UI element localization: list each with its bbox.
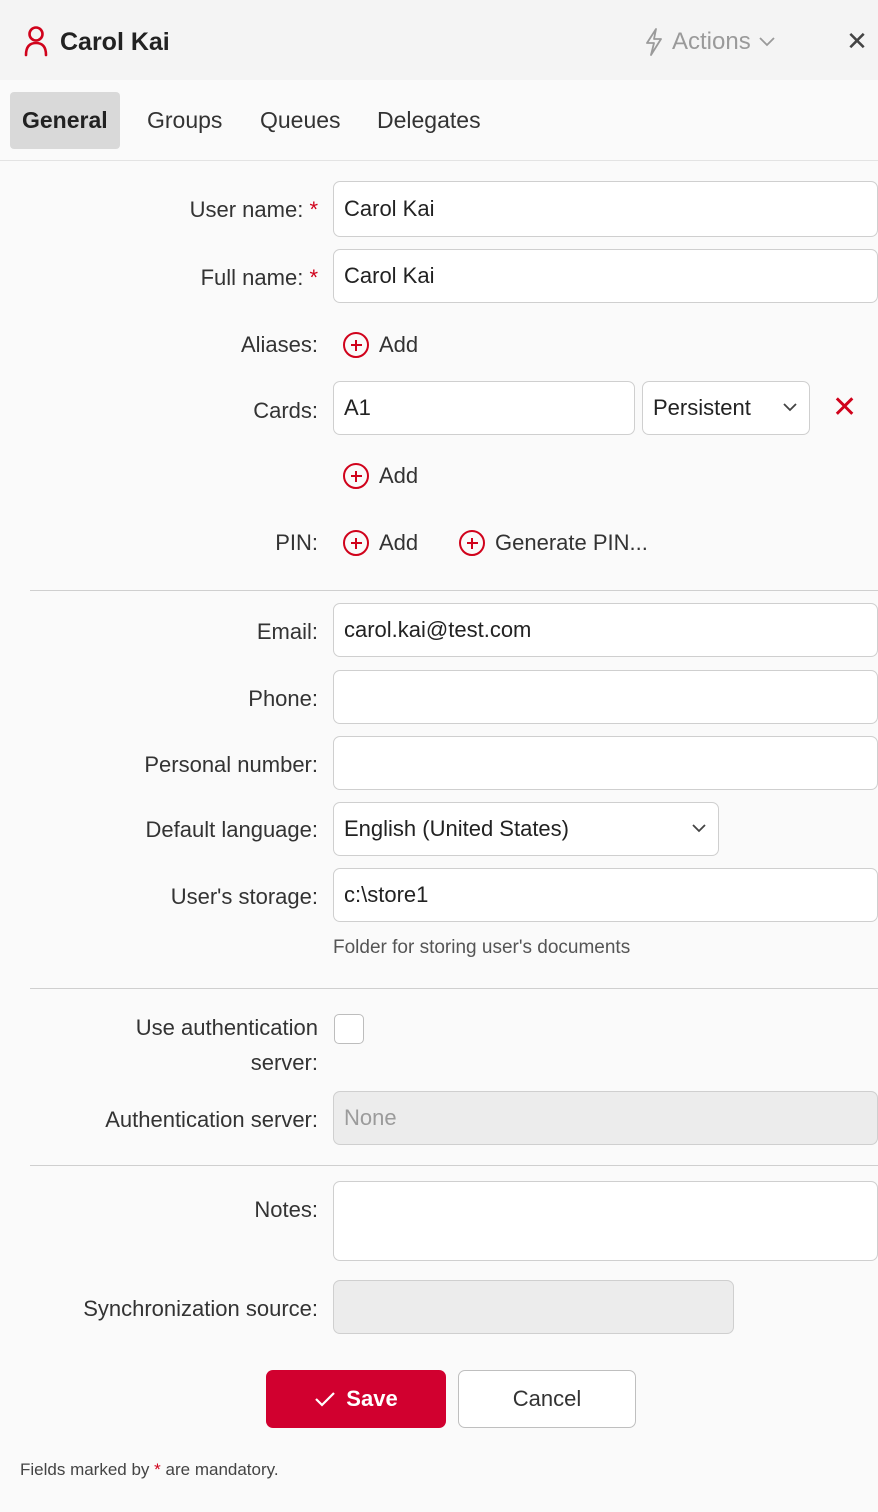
tab-queues[interactable]: Queues xyxy=(260,92,341,149)
checkmark-icon xyxy=(315,1392,336,1407)
save-label: Save xyxy=(346,1386,398,1411)
chevron-down-icon xyxy=(692,824,706,833)
default-language-select[interactable]: English (United States) xyxy=(333,802,719,856)
sync-source-label: Synchronization source: xyxy=(83,1296,318,1321)
plus-circle-icon xyxy=(343,332,369,358)
users-storage-label: User's storage: xyxy=(170,884,318,909)
plus-circle-icon xyxy=(343,530,369,556)
email-input[interactable]: carol.kai@test.com xyxy=(333,603,878,657)
section-divider xyxy=(30,1165,878,1166)
notes-label: Notes: xyxy=(254,1197,318,1222)
required-mark: * xyxy=(309,197,318,222)
chevron-down-icon xyxy=(783,403,797,412)
personal-number-input[interactable] xyxy=(333,736,878,790)
plus-circle-icon xyxy=(343,463,369,489)
mandatory-note: Fields marked by * are mandatory. xyxy=(20,1460,279,1479)
section-divider xyxy=(30,988,878,989)
email-label: Email: xyxy=(256,619,318,644)
add-card-button[interactable]: Add xyxy=(343,460,418,492)
remove-card-icon[interactable]: ✕ xyxy=(832,393,857,423)
cards-label: Cards: xyxy=(253,398,318,423)
close-icon[interactable]: ✕ xyxy=(842,24,872,58)
use-auth-server-label: Use authentication server: xyxy=(135,1015,318,1075)
add-pin-label: Add xyxy=(379,530,419,555)
dialog-title: Carol Kai xyxy=(60,28,170,56)
users-storage-input[interactable]: c:\store1 xyxy=(333,868,878,922)
actions-menu[interactable]: Actions xyxy=(644,26,775,58)
use-auth-server-checkbox[interactable] xyxy=(334,1014,364,1044)
section-divider xyxy=(30,590,878,591)
auth-server-label: Authentication server: xyxy=(105,1107,318,1132)
cancel-button[interactable]: Cancel xyxy=(458,1370,636,1428)
pin-label: PIN: xyxy=(275,530,318,555)
save-button[interactable]: Save xyxy=(266,1370,446,1428)
chevron-down-icon xyxy=(759,37,775,47)
phone-input[interactable] xyxy=(333,670,878,724)
card-number-input[interactable]: A1 xyxy=(333,381,635,435)
card-type-value: Persistent xyxy=(653,395,751,420)
personal-number-label: Personal number: xyxy=(144,752,318,777)
tab-delegates[interactable]: Delegates xyxy=(377,92,481,149)
aliases-label: Aliases: xyxy=(240,332,318,357)
tab-groups[interactable]: Groups xyxy=(147,92,222,149)
generate-pin-label: Generate PIN... xyxy=(495,530,648,555)
sync-source-input[interactable] xyxy=(333,1280,734,1334)
users-storage-hint: Folder for storing user's documents xyxy=(333,937,631,958)
tabs-divider xyxy=(0,160,878,161)
notes-textarea[interactable] xyxy=(333,1181,878,1261)
add-pin-button[interactable]: Add xyxy=(343,527,418,559)
lightning-icon xyxy=(646,28,662,56)
user-name-label: User name: * xyxy=(189,197,318,222)
card-type-select[interactable]: Persistent xyxy=(642,381,810,435)
default-language-label: Default language: xyxy=(145,817,318,842)
phone-label: Phone: xyxy=(248,686,318,711)
add-alias-button[interactable]: Add xyxy=(343,329,418,361)
tab-general[interactable]: General xyxy=(10,92,120,149)
required-mark: * xyxy=(309,265,318,290)
user-name-input[interactable]: Carol Kai xyxy=(333,181,878,237)
generate-pin-button[interactable]: Generate PIN... xyxy=(459,527,648,559)
user-icon xyxy=(24,26,48,57)
full-name-label: Full name: * xyxy=(200,265,318,290)
default-language-value: English (United States) xyxy=(344,816,569,841)
full-name-input[interactable]: Carol Kai xyxy=(333,249,878,303)
add-alias-label: Add xyxy=(379,332,419,357)
plus-circle-icon xyxy=(459,530,485,556)
auth-server-input[interactable]: None xyxy=(333,1091,878,1145)
actions-label: Actions xyxy=(672,28,751,55)
add-card-label: Add xyxy=(379,463,419,488)
